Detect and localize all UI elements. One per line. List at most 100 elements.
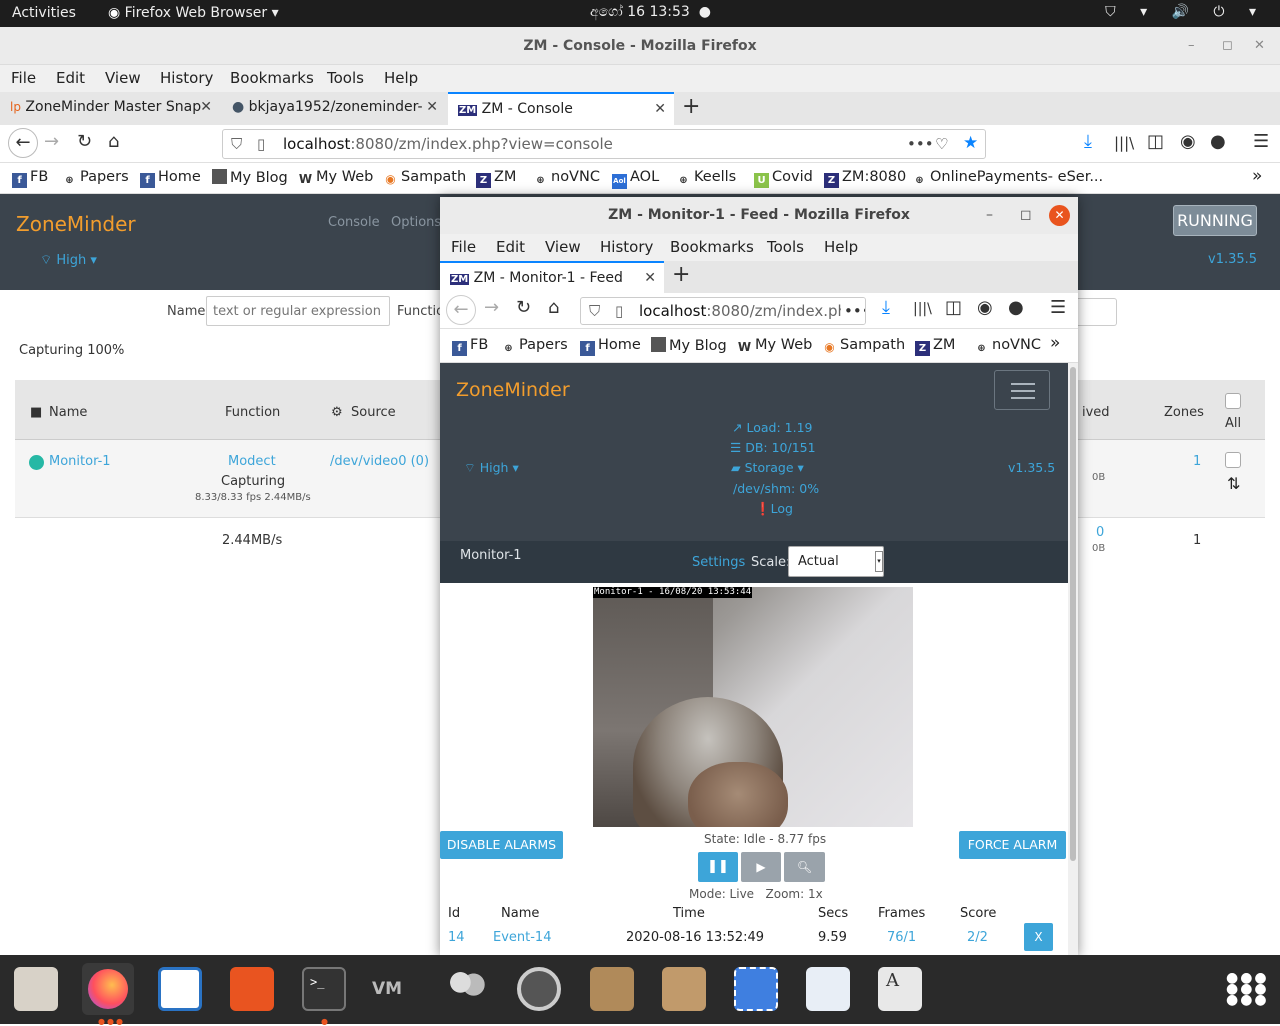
new-tab-button[interactable]: + — [672, 262, 690, 287]
page-actions-icon[interactable]: ••• — [841, 298, 865, 324]
shield-icon[interactable]: ⛉ — [589, 298, 600, 324]
popup-url-bar[interactable]: ⛉ ▯ localhost:8080/zm/index.ph ••• — [580, 297, 866, 325]
nav-options[interactable]: Options — [391, 215, 441, 230]
menu-file[interactable]: File — [11, 69, 36, 87]
monitor-zones-link[interactable]: 1 — [1193, 454, 1201, 469]
menu-tools[interactable]: Tools — [767, 238, 804, 256]
forward-button[interactable]: → — [44, 131, 59, 152]
zm-version[interactable]: v1.35.5 — [1008, 460, 1055, 475]
close-tab-icon[interactable]: ✕ — [644, 263, 656, 294]
files-icon[interactable] — [14, 967, 58, 1011]
play-button[interactable]: ▶ — [741, 852, 781, 882]
menu-bookmarks[interactable]: Bookmarks — [670, 238, 754, 256]
text-editor-icon[interactable] — [806, 967, 850, 1011]
col-frames[interactable]: Frames — [878, 906, 925, 921]
menu-edit[interactable]: Edit — [496, 238, 525, 256]
close-tab-icon[interactable]: ✕ — [654, 94, 666, 125]
col-id[interactable]: Id — [448, 906, 460, 921]
close-window-button[interactable]: ✕ — [1254, 27, 1265, 65]
bookmarks-overflow-icon[interactable]: » — [1252, 166, 1262, 186]
col-function[interactable]: Function — [225, 405, 280, 420]
app-menu[interactable]: ◉ Firefox Web Browser ▾ — [108, 5, 279, 21]
bookmark-my-blog[interactable]: My Blog — [212, 169, 288, 186]
reload-button[interactable]: ↻ — [516, 297, 531, 318]
vmm-icon[interactable]: VM — [372, 967, 416, 1011]
reload-button[interactable]: ↻ — [77, 131, 92, 152]
menu-bookmarks[interactable]: Bookmarks — [230, 69, 314, 87]
bookmark-online-payments[interactable]: ⊕ OnlinePayments- eSer... — [912, 169, 1103, 188]
extension-icon[interactable]: ● — [1210, 131, 1226, 152]
menu-file[interactable]: File — [451, 238, 476, 256]
page-actions-icon[interactable]: ••• — [907, 130, 934, 158]
clock[interactable]: අගෝ 16 13:53 ● — [590, 4, 711, 20]
bookmark-sampath[interactable]: ◉ Sampath — [383, 169, 466, 187]
bookmark-novnc[interactable]: ⊕ noVNC — [974, 337, 1041, 356]
bookmark-home[interactable]: f Home — [140, 169, 201, 188]
archive-manager-icon[interactable] — [662, 967, 706, 1011]
total-events-link[interactable]: 0 — [1096, 525, 1104, 540]
bookmark-covid[interactable]: U Covid — [754, 169, 813, 188]
close-tab-icon[interactable]: ✕ — [200, 92, 212, 123]
back-button[interactable]: ← — [446, 295, 476, 325]
show-apps-icon[interactable]: ●●● ●●● ●●● — [1226, 971, 1269, 1007]
maximize-button[interactable]: ◻ — [1222, 27, 1233, 65]
downloads-icon[interactable]: ⤓ — [1084, 131, 1092, 152]
monitor-checkbox[interactable] — [1225, 452, 1241, 468]
bookmark-star-icon[interactable]: ★ — [963, 129, 978, 157]
library-icon[interactable]: |||\ — [1114, 134, 1134, 152]
bandwidth-selector[interactable]: ⌔ High ▾ — [40, 252, 97, 268]
event-score-link[interactable]: 2/2 — [967, 930, 988, 945]
bookmark-zm[interactable]: Z ZM — [915, 337, 955, 356]
event-name-link[interactable]: Event-14 — [493, 930, 551, 945]
sort-arrows-icon[interactable]: ⇅ — [1227, 474, 1240, 493]
users-icon[interactable] — [445, 967, 489, 1011]
downloads-icon[interactable]: ⤓ — [882, 297, 890, 318]
home-button[interactable]: ⌂ — [548, 297, 559, 318]
delete-event-button[interactable]: X — [1024, 923, 1053, 951]
new-tab-button[interactable]: + — [682, 94, 700, 119]
tab-zoneminder-snap[interactable]: lp ZoneMinder Master Snap ✕ — [0, 92, 220, 125]
popup-maximize-button[interactable]: ◻ — [1020, 197, 1032, 234]
url-bar[interactable]: ⛉ ▯ localhost:8080/zm/index.php?view=con… — [222, 129, 986, 159]
event-frames-link[interactable]: 76/1 — [887, 930, 916, 945]
menu-view[interactable]: View — [105, 69, 141, 87]
pocket-icon[interactable]: ♡ — [935, 130, 948, 158]
software-center-icon[interactable] — [230, 967, 274, 1011]
col-time[interactable]: Time — [673, 906, 705, 921]
hamburger-menu-icon[interactable]: ☰ — [1050, 297, 1066, 318]
tab-github-repo[interactable]: ● bkjaya1952/zoneminder- ✕ — [222, 92, 446, 125]
tab-zm-console[interactable]: ZM ZM - Console ✕ — [448, 92, 674, 125]
col-source[interactable]: Source — [351, 405, 396, 420]
system-tray[interactable]: ⛉ ▾ 🔊 ⏻ ▾ — [1105, 4, 1266, 20]
bookmark-my-web[interactable]: W My Web — [298, 169, 373, 187]
popup-close-button[interactable]: ✕ — [1049, 205, 1070, 226]
settings-link[interactable]: Settings — [692, 555, 745, 570]
bookmark-sampath[interactable]: ◉ Sampath — [822, 337, 905, 355]
filter-name-input[interactable] — [206, 296, 390, 326]
updater-icon[interactable] — [517, 967, 561, 1011]
forward-button[interactable]: → — [484, 297, 499, 318]
bookmark-fb[interactable]: f FB — [12, 169, 48, 188]
scale-select[interactable]: Actual ▾ — [788, 546, 884, 577]
dictionary-icon[interactable]: A — [878, 967, 922, 1011]
select-all-checkbox[interactable] — [1225, 393, 1241, 409]
activities-button[interactable]: Activities — [12, 5, 76, 21]
screenshot-icon[interactable] — [734, 967, 778, 1011]
col-name[interactable]: Name — [501, 906, 539, 921]
event-id-link[interactable]: 14 — [448, 930, 465, 945]
bookmark-zm[interactable]: Z ZM — [476, 169, 516, 188]
zm-brand[interactable]: ZoneMinder — [16, 212, 136, 236]
col-zones[interactable]: Zones — [1164, 405, 1204, 420]
force-alarm-button[interactable]: FORCE ALARM — [959, 831, 1066, 859]
extension-icon[interactable]: ● — [1008, 297, 1024, 318]
menu-view[interactable]: View — [545, 238, 581, 256]
popup-minimize-button[interactable]: – — [986, 197, 993, 234]
page-info-icon[interactable]: ▯ — [257, 130, 265, 158]
back-button[interactable]: ← — [8, 128, 38, 158]
bookmark-papers[interactable]: ⊕ Papers — [501, 337, 567, 356]
bookmark-keells[interactable]: ⊕ Keells — [676, 169, 736, 188]
bookmark-novnc[interactable]: ⊕ noVNC — [533, 169, 600, 188]
bookmark-fb[interactable]: f FB — [452, 337, 488, 356]
bookmark-papers[interactable]: ⊕ Papers — [62, 169, 128, 188]
home-button[interactable]: ⌂ — [108, 131, 119, 152]
